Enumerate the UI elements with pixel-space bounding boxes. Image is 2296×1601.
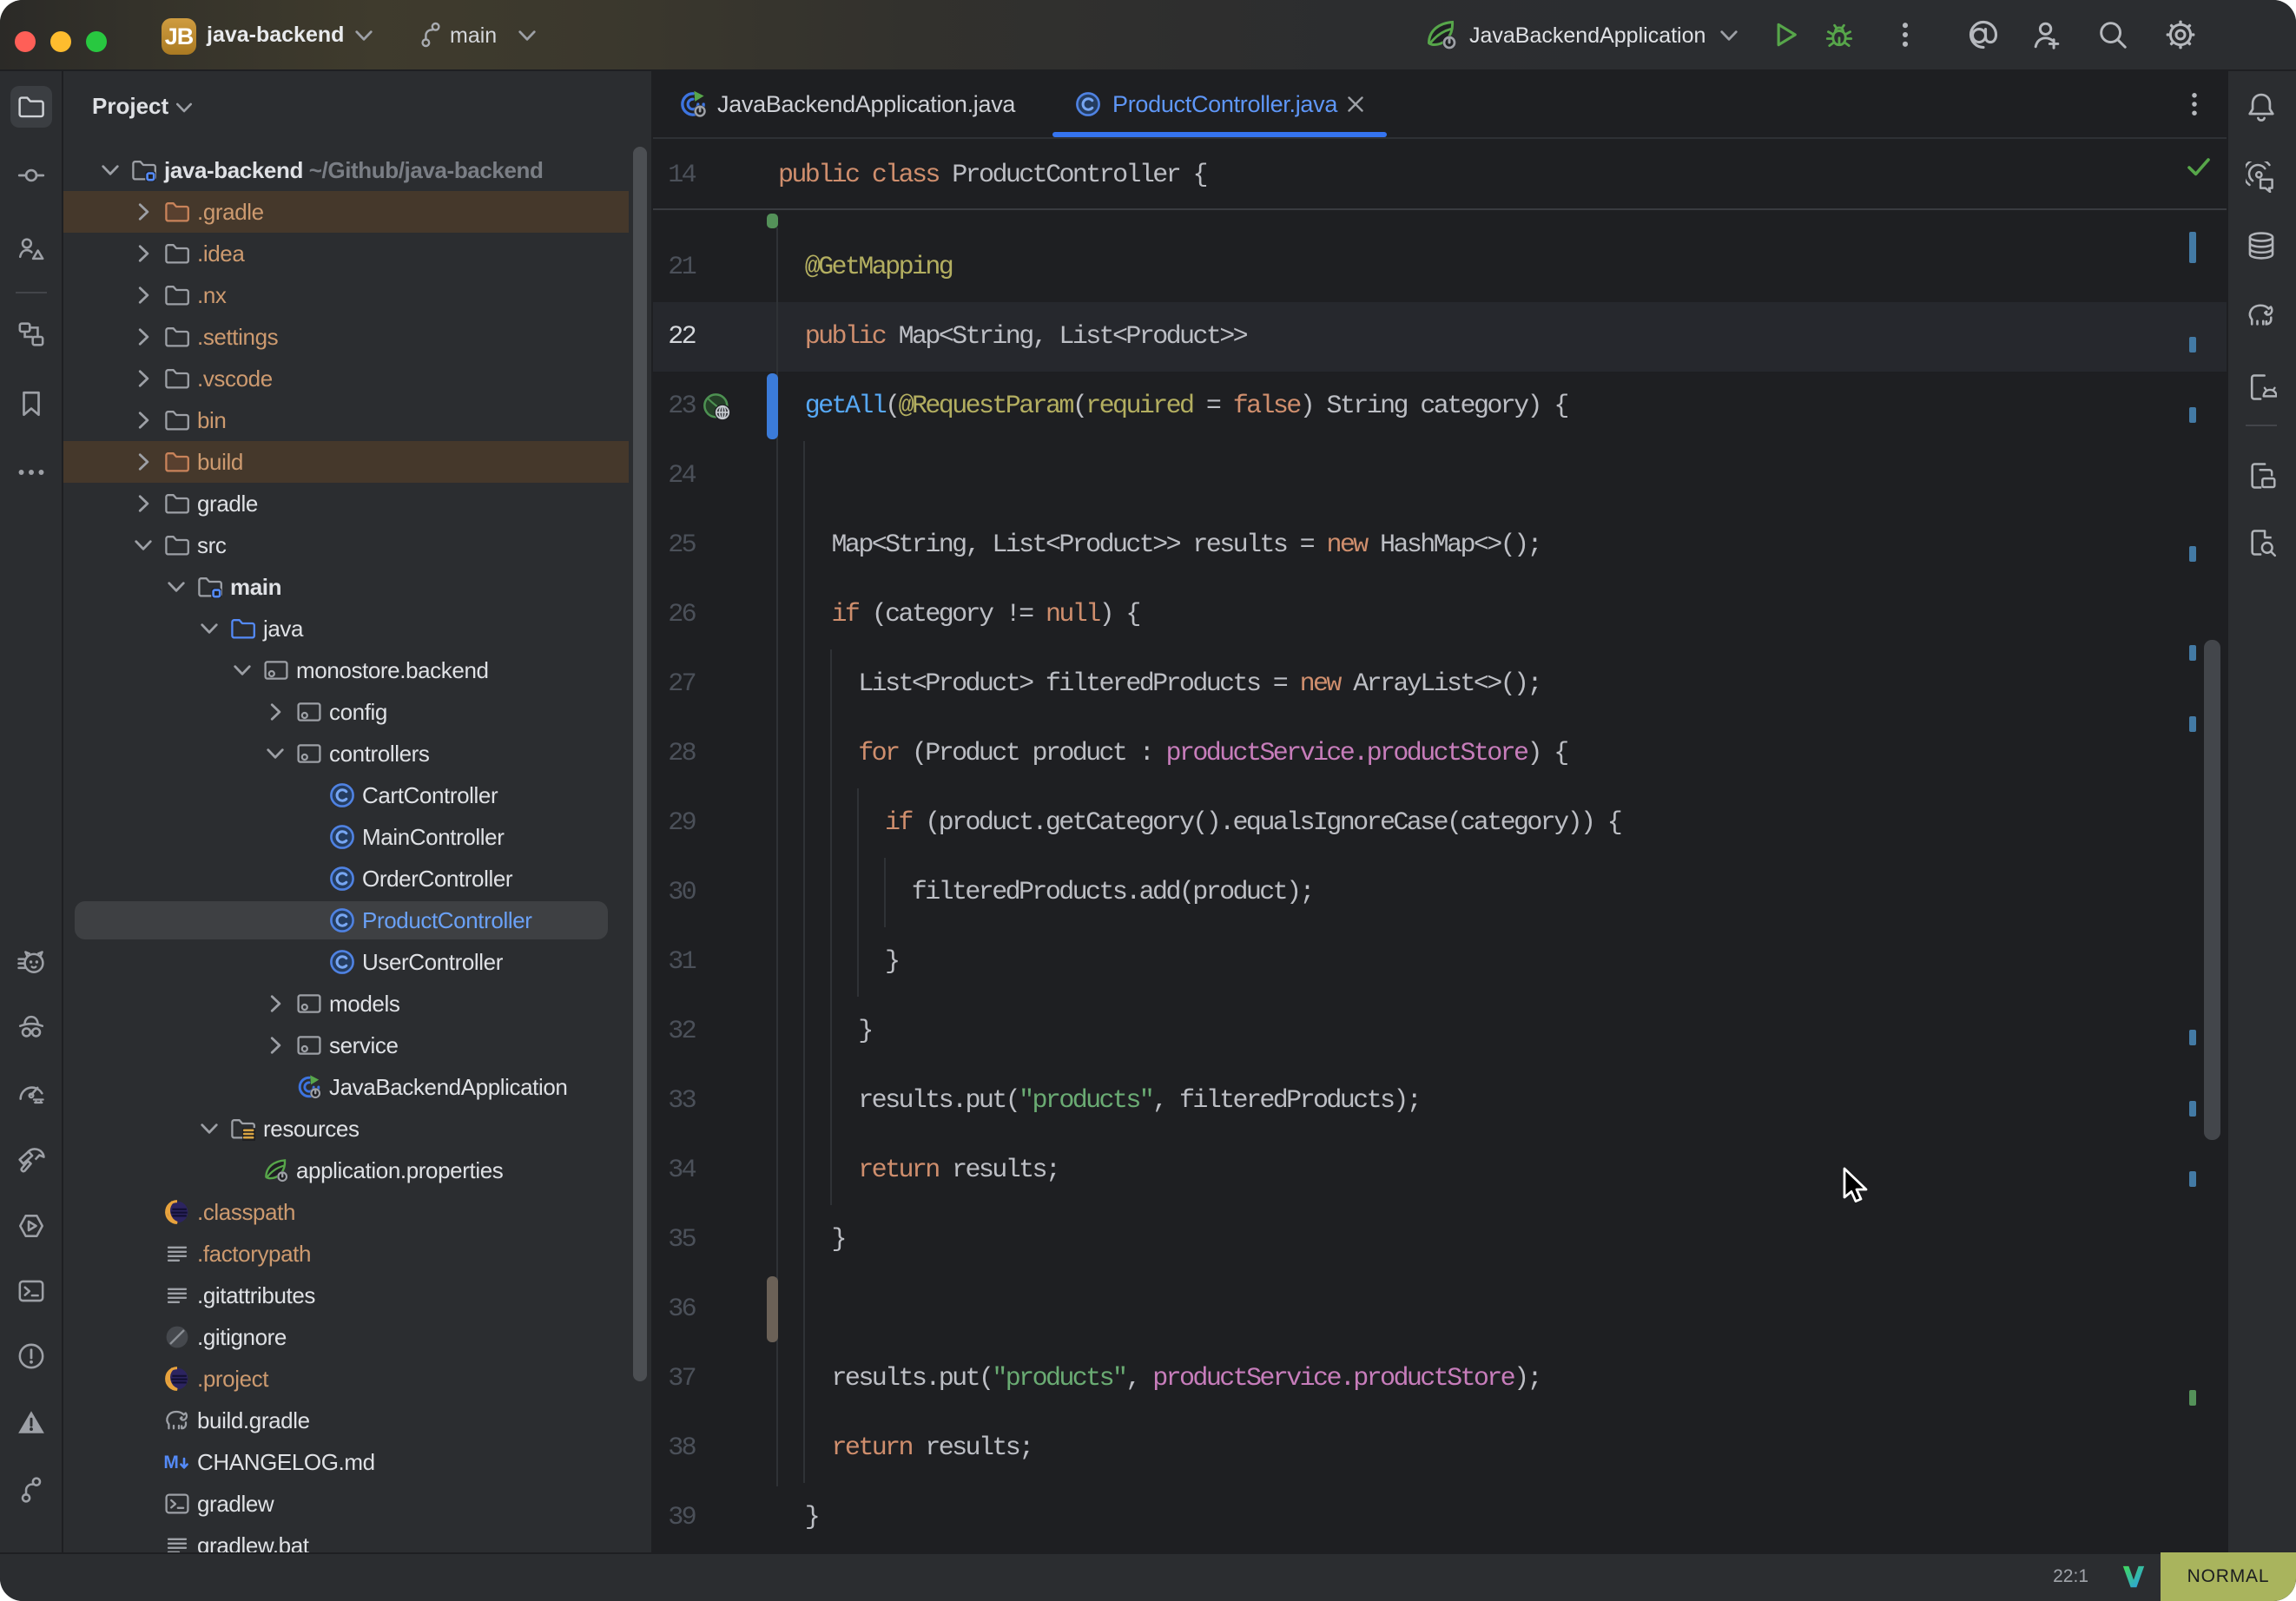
svg-text:M: M (163, 1453, 179, 1473)
